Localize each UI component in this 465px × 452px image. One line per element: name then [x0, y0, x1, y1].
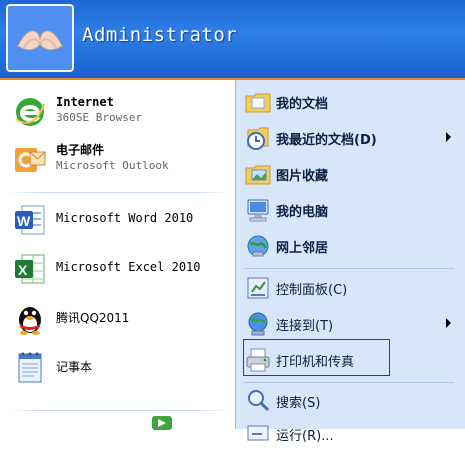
word-icon: W — [15, 205, 45, 235]
recent-notepad[interactable]: 记事本 — [0, 343, 235, 387]
pinned-title: Internet — [56, 95, 114, 109]
place-label: 我最近的文档(D) — [276, 133, 377, 148]
place-connect-to[interactable]: 连接到(T) — [236, 306, 465, 342]
my-computer-icon — [247, 199, 269, 222]
control-panel-icon — [247, 277, 269, 299]
recent-label: 腾讯QQ2011 — [56, 311, 130, 325]
recent-label: Microsoft Excel 2010 — [56, 260, 201, 274]
place-my-computer[interactable]: 我的电脑 — [236, 192, 465, 228]
place-label: 连接到(T) — [276, 319, 334, 334]
place-label: 网上邻居 — [276, 241, 329, 256]
place-run[interactable]: 运行(R)... — [236, 416, 465, 452]
start-menu-header: Administrator — [0, 0, 465, 80]
pinned-subtitle: 360SE Browser — [56, 111, 143, 124]
recent-docs-icon — [247, 127, 269, 150]
run-icon — [247, 425, 269, 441]
place-label: 我的电脑 — [276, 205, 329, 220]
right-divider — [244, 268, 454, 269]
printer-highlight-box — [243, 339, 390, 376]
place-my-pictures[interactable]: 图片收藏 — [236, 156, 465, 192]
svg-text:W: W — [17, 213, 31, 229]
left-divider — [8, 410, 228, 411]
pinned-internet[interactable]: Internet 360SE Browser — [0, 88, 235, 132]
notepad-icon — [18, 352, 42, 383]
documents-folder-icon — [245, 93, 271, 113]
recent-excel[interactable]: X Microsoft Excel 2010 — [0, 245, 235, 289]
pinned-subtitle: Microsoft Outlook — [56, 159, 169, 172]
place-label: 运行(R)... — [276, 429, 334, 444]
place-label: 控制面板(C) — [276, 283, 348, 298]
submenu-arrow-icon — [446, 318, 451, 328]
recent-label: Microsoft Word 2010 — [56, 211, 194, 225]
svg-text:X: X — [18, 262, 28, 278]
username-label: Administrator — [82, 24, 238, 46]
place-label: 图片收藏 — [276, 169, 329, 184]
place-my-documents[interactable]: 我的文档 — [236, 84, 465, 120]
left-divider — [8, 192, 228, 193]
butterfly-avatar-icon — [8, 6, 72, 70]
user-avatar[interactable] — [6, 4, 74, 72]
place-label: 我的文档 — [276, 97, 329, 112]
qq-penguin-icon — [19, 307, 41, 335]
all-programs-arrow-icon[interactable] — [152, 416, 172, 430]
pictures-folder-icon — [245, 165, 271, 185]
place-label: 搜索(S) — [276, 396, 321, 411]
programs-panel: Internet 360SE Browser 电子邮件 Microsoft Ou… — [0, 80, 235, 430]
browser-e-icon — [15, 98, 45, 126]
search-icon — [248, 390, 270, 412]
network-icon — [247, 235, 269, 257]
place-recent-documents[interactable]: 我最近的文档(D) — [236, 120, 465, 156]
place-search[interactable]: 搜索(S) — [236, 383, 465, 419]
connect-to-icon — [248, 312, 268, 336]
pinned-title: 电子邮件 — [56, 143, 105, 157]
pinned-email[interactable]: 电子邮件 Microsoft Outlook — [0, 136, 235, 180]
recent-label: 记事本 — [56, 360, 93, 374]
outlook-icon — [15, 148, 46, 172]
submenu-arrow-icon — [446, 132, 451, 142]
recent-word[interactable]: W Microsoft Word 2010 — [0, 196, 235, 240]
excel-icon: X — [15, 254, 45, 284]
recent-qq[interactable]: 腾讯QQ2011 — [0, 294, 235, 338]
place-control-panel[interactable]: 控制面板(C) — [236, 270, 465, 306]
place-network[interactable]: 网上邻居 — [236, 228, 465, 264]
places-panel: 我的文档 我最近的文档(D) 图片收藏 我的电脑 网上邻居 控制面板(C) 连接… — [235, 80, 465, 444]
